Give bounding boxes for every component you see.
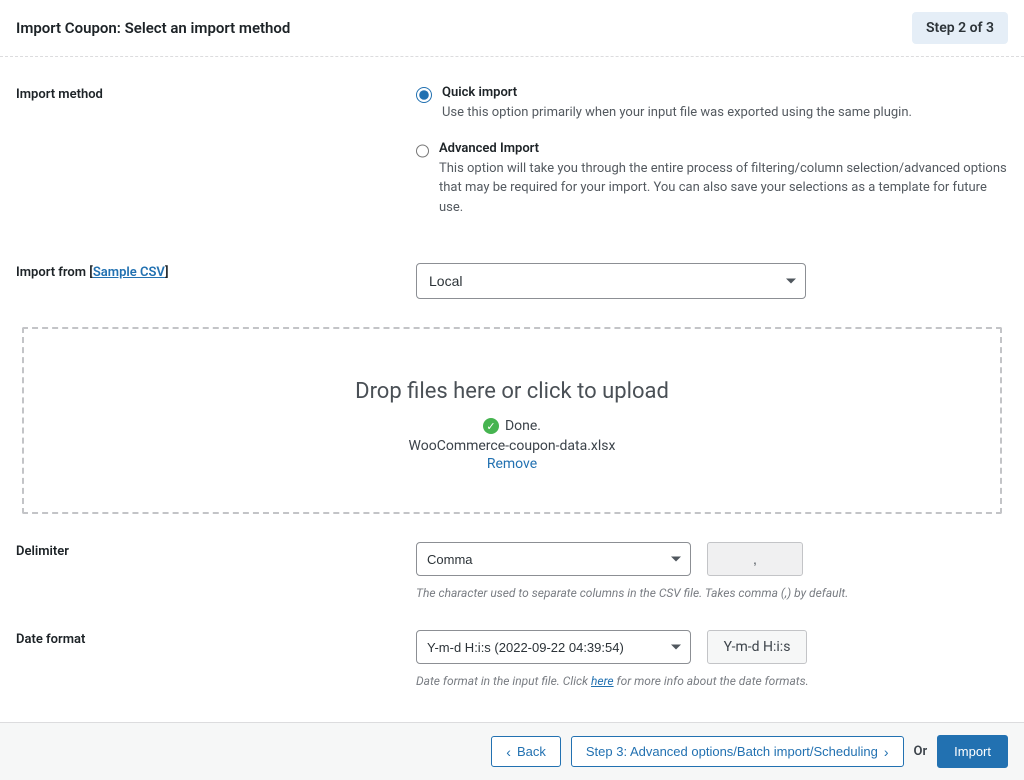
import-from-select[interactable]: Local (416, 263, 806, 299)
form-content: Import method Quick import Use this opti… (0, 57, 1024, 722)
sample-csv-link[interactable]: Sample CSV (93, 265, 165, 280)
back-button[interactable]: ‹ Back (491, 736, 561, 767)
page-title: Import Coupon: Select an import method (16, 19, 290, 37)
delimiter-char-input[interactable] (707, 542, 803, 576)
delimiter-helper: The character used to separate columns i… (416, 584, 1008, 602)
quick-import-desc: Use this option primarily when your inpu… (442, 105, 912, 120)
date-format-help-link[interactable]: here (591, 674, 614, 688)
advanced-import-radio[interactable] (416, 143, 429, 159)
or-text: Or (914, 744, 928, 759)
check-circle-icon: ✓ (483, 418, 499, 434)
step-badge: Step 2 of 3 (912, 12, 1008, 44)
date-format-label: Date format (16, 630, 416, 690)
page-header: Import Coupon: Select an import method S… (0, 0, 1024, 57)
quick-import-option[interactable]: Quick import Use this option primarily w… (416, 85, 1008, 123)
chevron-right-icon: › (884, 745, 889, 759)
quick-import-title: Quick import (442, 85, 912, 100)
upload-done-text: Done. (505, 418, 541, 434)
footer-bar: ‹ Back Step 3: Advanced options/Batch im… (0, 722, 1024, 780)
import-from-label: Import from [Sample CSV] (16, 263, 416, 299)
delimiter-label: Delimiter (16, 542, 416, 602)
date-format-row: Date format Y-m-d H:i:s (2022-09-22 04:3… (16, 630, 1008, 690)
advanced-import-desc: This option will take you through the en… (439, 161, 1007, 215)
date-format-select[interactable]: Y-m-d H:i:s (2022-09-22 04:39:54) (416, 630, 691, 664)
chevron-left-icon: ‹ (506, 745, 511, 759)
import-from-row: Import from [Sample CSV] Local (16, 263, 1008, 299)
import-method-value: Quick import Use this option primarily w… (416, 85, 1008, 235)
upload-done-row: ✓ Done. (44, 418, 980, 434)
advanced-import-option[interactable]: Advanced Import This option will take yo… (416, 141, 1008, 218)
remove-file-link[interactable]: Remove (44, 456, 980, 472)
quick-import-radio[interactable] (416, 87, 432, 103)
file-dropzone[interactable]: Drop files here or click to upload ✓ Don… (22, 327, 1002, 514)
delimiter-select[interactable]: Comma (416, 542, 691, 576)
next-step-button[interactable]: Step 3: Advanced options/Batch import/Sc… (571, 736, 904, 767)
import-method-row: Import method Quick import Use this opti… (16, 85, 1008, 235)
delimiter-row: Delimiter Comma The character used to se… (16, 542, 1008, 602)
date-format-display: Y-m-d H:i:s (707, 630, 807, 664)
import-method-label: Import method (16, 85, 416, 235)
dropzone-title: Drop files here or click to upload (44, 379, 980, 404)
import-button[interactable]: Import (937, 735, 1008, 768)
date-format-helper: Date format in the input file. Click her… (416, 672, 1008, 690)
advanced-import-title: Advanced Import (439, 141, 1008, 156)
uploaded-filename: WooCommerce-coupon-data.xlsx (44, 438, 980, 454)
import-from-select-wrap: Local (416, 263, 806, 299)
